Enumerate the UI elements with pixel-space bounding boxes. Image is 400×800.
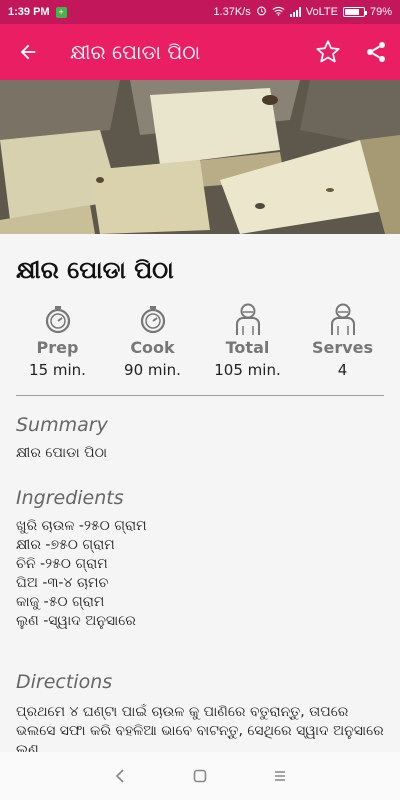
battery-percent: 79% bbox=[369, 6, 392, 18]
timer-icon bbox=[10, 302, 105, 336]
nav-back-button[interactable] bbox=[100, 756, 140, 796]
stat-value: 4 bbox=[337, 361, 348, 379]
arrow-left-icon bbox=[20, 44, 36, 60]
wifi-icon bbox=[272, 6, 285, 19]
stat-serves: Serves 4 bbox=[295, 302, 390, 379]
recipe-content[interactable]: କ୍ଷୀର ପୋଡା ପିଠା Prep 15 min. Cook 90 min… bbox=[0, 234, 400, 752]
back-button[interactable] bbox=[0, 24, 56, 80]
list-item: କାଜୁ -୫୦ ଗ୍ରାମ bbox=[16, 594, 105, 610]
stat-label: Total bbox=[225, 338, 270, 357]
stat-label: Serves bbox=[311, 338, 374, 357]
nav-home-icon bbox=[193, 769, 207, 783]
list-item: ଚିନି -୨୫୦ ଗ୍ରାମ bbox=[16, 556, 108, 572]
favorite-button[interactable] bbox=[304, 24, 352, 80]
timer-icon bbox=[105, 302, 200, 336]
status-bar: 1:39 PM + 1.37K/s VoLTE 79% bbox=[0, 0, 400, 24]
recipe-photo-image bbox=[0, 80, 400, 234]
person-icon bbox=[200, 302, 295, 336]
app-bar-title: କ୍ଷୀର ପୋଡା ପିଠା bbox=[70, 40, 201, 64]
stat-label: Cook bbox=[130, 338, 175, 357]
list-item: କ୍ଷୀର -୭୫୦ ଗ୍ରାମ bbox=[16, 537, 115, 553]
person-icon bbox=[295, 302, 390, 336]
directions-text: ପ୍ରଥମେ ୪ ଘଣ୍ଟା ପାଇଁ ଚାଉଳ କୁ ପାଣିରେ ବତୁରା… bbox=[16, 704, 384, 752]
status-right: 1.37K/s VoLTE 79% bbox=[213, 5, 392, 19]
stat-value: 15 min. bbox=[29, 361, 86, 379]
nav-menu-button[interactable] bbox=[260, 756, 300, 796]
recipe-stats: Prep 15 min. Cook 90 min. Total 105 min.… bbox=[0, 302, 400, 379]
ingredients-heading: Ingredients bbox=[16, 487, 124, 509]
notification-icon: + bbox=[55, 6, 67, 18]
directions-heading: Directions bbox=[16, 671, 113, 693]
battery-icon bbox=[342, 7, 367, 17]
stat-total: Total 105 min. bbox=[200, 302, 295, 379]
star-outline-icon bbox=[316, 40, 340, 63]
signal-icon bbox=[289, 7, 301, 17]
status-time: 1:39 PM bbox=[8, 6, 50, 18]
stat-value: 90 min. bbox=[124, 361, 181, 379]
network-type: VoLTE bbox=[305, 6, 338, 18]
list-item: ଘିଅ -୩-୪ ଚାମଚ bbox=[16, 575, 109, 591]
summary-text: କ୍ଷୀର ପୋଡା ପିଠା bbox=[16, 445, 108, 461]
list-item: ଖୁରି ଚାଉଳ -୨୫୦ ଗ୍ରାମ bbox=[16, 518, 147, 534]
share-icon bbox=[367, 42, 385, 62]
list-item: ଲୁଣ -ସ୍ୱାଦ ଅନୁସାରେ bbox=[16, 613, 136, 629]
recipe-title: କ୍ଷୀର ପୋଡା ପିଠା bbox=[16, 256, 174, 284]
system-nav-bar bbox=[0, 752, 400, 800]
stat-value: 105 min. bbox=[214, 361, 281, 379]
nav-home-button[interactable] bbox=[180, 756, 220, 796]
summary-heading: Summary bbox=[16, 414, 108, 436]
alarm-icon bbox=[256, 5, 267, 19]
stat-label: Prep bbox=[36, 338, 79, 357]
nav-back-icon bbox=[115, 769, 124, 783]
stat-prep: Prep 15 min. bbox=[10, 302, 105, 379]
app-bar: କ୍ଷୀର ପୋଡା ପିଠା bbox=[0, 24, 400, 80]
divider bbox=[16, 395, 384, 396]
ingredients-list: ଖୁରି ଚାଉଳ -୨୫୦ ଗ୍ରାମ କ୍ଷୀର -୭୫୦ ଗ୍ରାମ ଚି… bbox=[0, 517, 400, 631]
share-button[interactable] bbox=[352, 24, 400, 80]
nav-menu-icon bbox=[275, 771, 285, 781]
network-speed: 1.37K/s bbox=[213, 6, 251, 18]
recipe-photo bbox=[0, 80, 400, 234]
stat-cook: Cook 90 min. bbox=[105, 302, 200, 379]
